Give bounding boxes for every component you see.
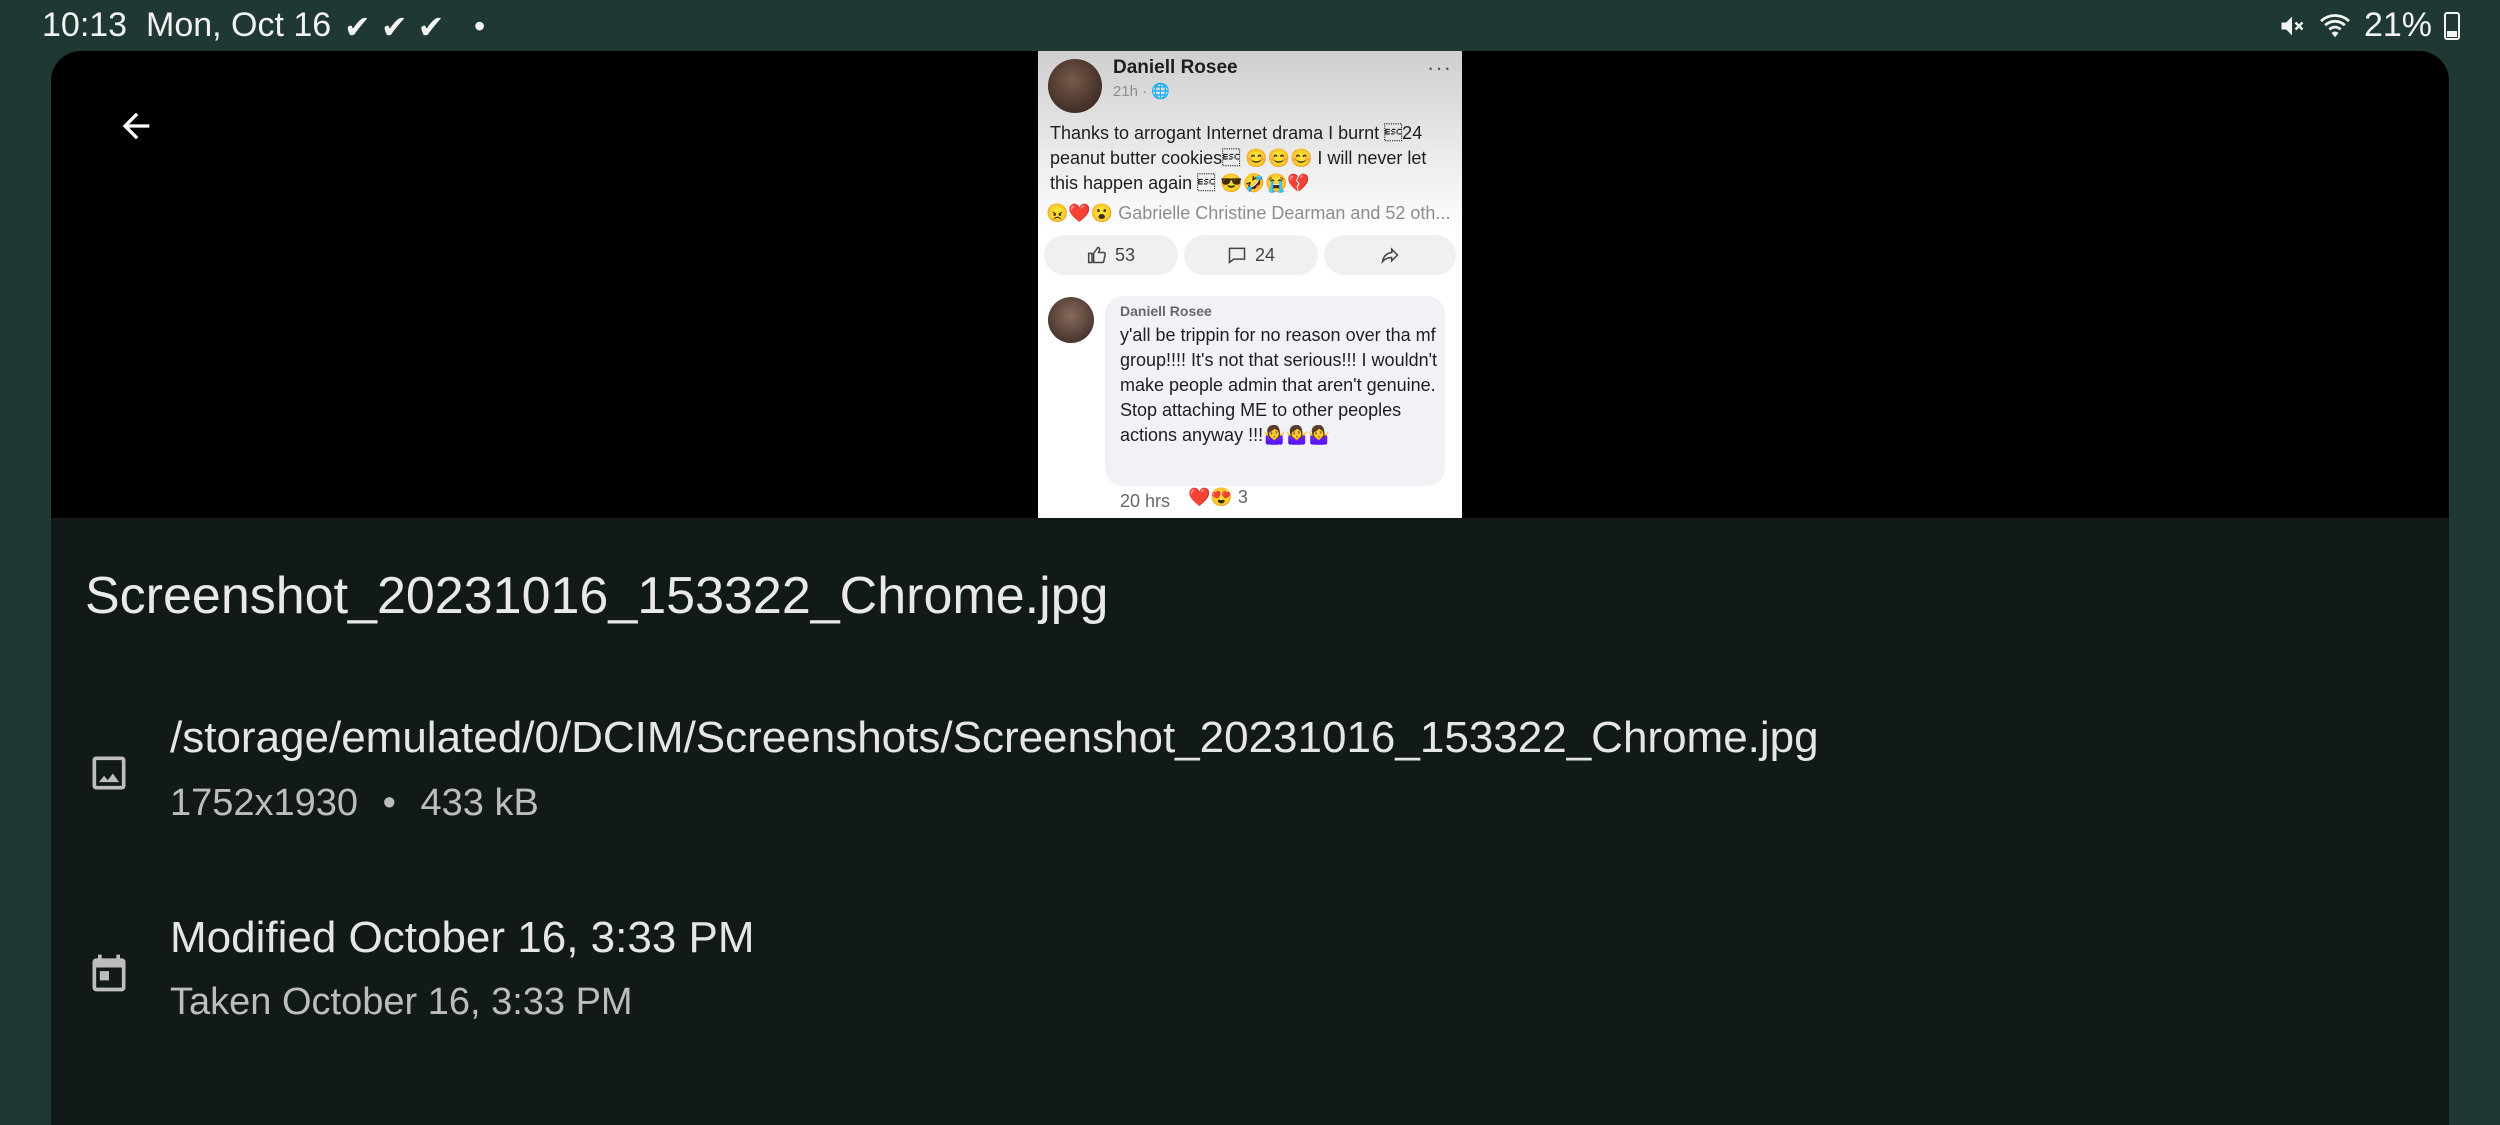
comment-count: 24 <box>1254 244 1276 265</box>
file-size: 433 kB <box>420 782 539 824</box>
like-button: 53 <box>1044 235 1178 275</box>
comment-reaction-count: 3 <box>1237 487 1248 507</box>
separator-dot: • <box>382 782 396 824</box>
share-icon <box>1381 247 1399 265</box>
comment-author-avatar <box>1048 297 1094 343</box>
comment-button: 24 <box>1184 235 1318 275</box>
arrow-left-icon <box>122 112 150 140</box>
screenshot-thumbnail: Daniell Rosee 21h · 🌐 ··· Thanks to arro… <box>1038 51 1462 518</box>
comment-icon <box>1228 247 1246 265</box>
post-author-name: Daniell Rosee <box>1113 57 1238 78</box>
notification-check-icons: ✔✔✔ <box>344 9 455 45</box>
post-meta: 21h · 🌐 <box>1113 83 1171 100</box>
more-options-icon: ··· <box>1427 55 1452 80</box>
comment-text: y'all be trippin for no reason over tha … <box>1120 325 1438 445</box>
modified-date: Modified October 16, 3:33 PM <box>170 913 755 962</box>
post-reactions: 😠❤️😮 Gabrielle Christine Dearman and 52 … <box>1046 203 1456 224</box>
image-icon <box>92 756 126 790</box>
notification-dot-icon: • <box>474 8 486 44</box>
status-right-group: 21% <box>2278 6 2460 45</box>
post-author-avatar <box>1048 59 1102 113</box>
thumbs-up-icon <box>1087 246 1106 264</box>
file-path: /storage/emulated/0/DCIM/Screenshots/Scr… <box>170 713 1819 762</box>
image-preview[interactable]: Daniell Rosee 21h · 🌐 ··· Thanks to arro… <box>51 51 2449 518</box>
battery-percent: 21% <box>2363 6 2432 44</box>
comment-author-name: Daniell Rosee <box>1120 303 1212 319</box>
back-button[interactable] <box>103 93 169 159</box>
image-details-card: Daniell Rosee 21h · 🌐 ··· Thanks to arro… <box>51 51 2449 1125</box>
wifi-icon <box>2319 13 2350 37</box>
volume-mute-icon <box>2281 16 2304 35</box>
reaction-names: Gabrielle Christine Dearman and 52 oth..… <box>1118 203 1451 223</box>
like-count: 53 <box>1114 244 1136 265</box>
status-time: 10:13 <box>42 6 128 44</box>
comment-reaction-emojis: ❤️😍 <box>1188 487 1233 507</box>
battery-icon <box>2444 11 2460 40</box>
comment-time: 20 hrs <box>1120 491 1171 511</box>
file-dimensions-size: 1752x1930 • 433 kB <box>170 782 539 825</box>
comment-reactions: ❤️😍 3 <box>1188 487 1248 508</box>
post-text: Thanks to arrogant Internet drama I burn… <box>1050 123 1427 193</box>
reaction-emojis: 😠❤️😮 <box>1046 203 1114 223</box>
status-bar: 10:13 Mon, Oct 16 ✔✔✔ • 21% <box>0 0 2500 52</box>
taken-date: Taken October 16, 3:33 PM <box>170 981 633 1023</box>
status-date: Mon, Oct 16 <box>146 6 332 44</box>
share-button <box>1324 235 1456 275</box>
calendar-icon <box>92 954 126 992</box>
file-name-title: Screenshot_20231016_153322_Chrome.jpg <box>85 567 1109 625</box>
image-dimensions: 1752x1930 <box>170 782 359 824</box>
